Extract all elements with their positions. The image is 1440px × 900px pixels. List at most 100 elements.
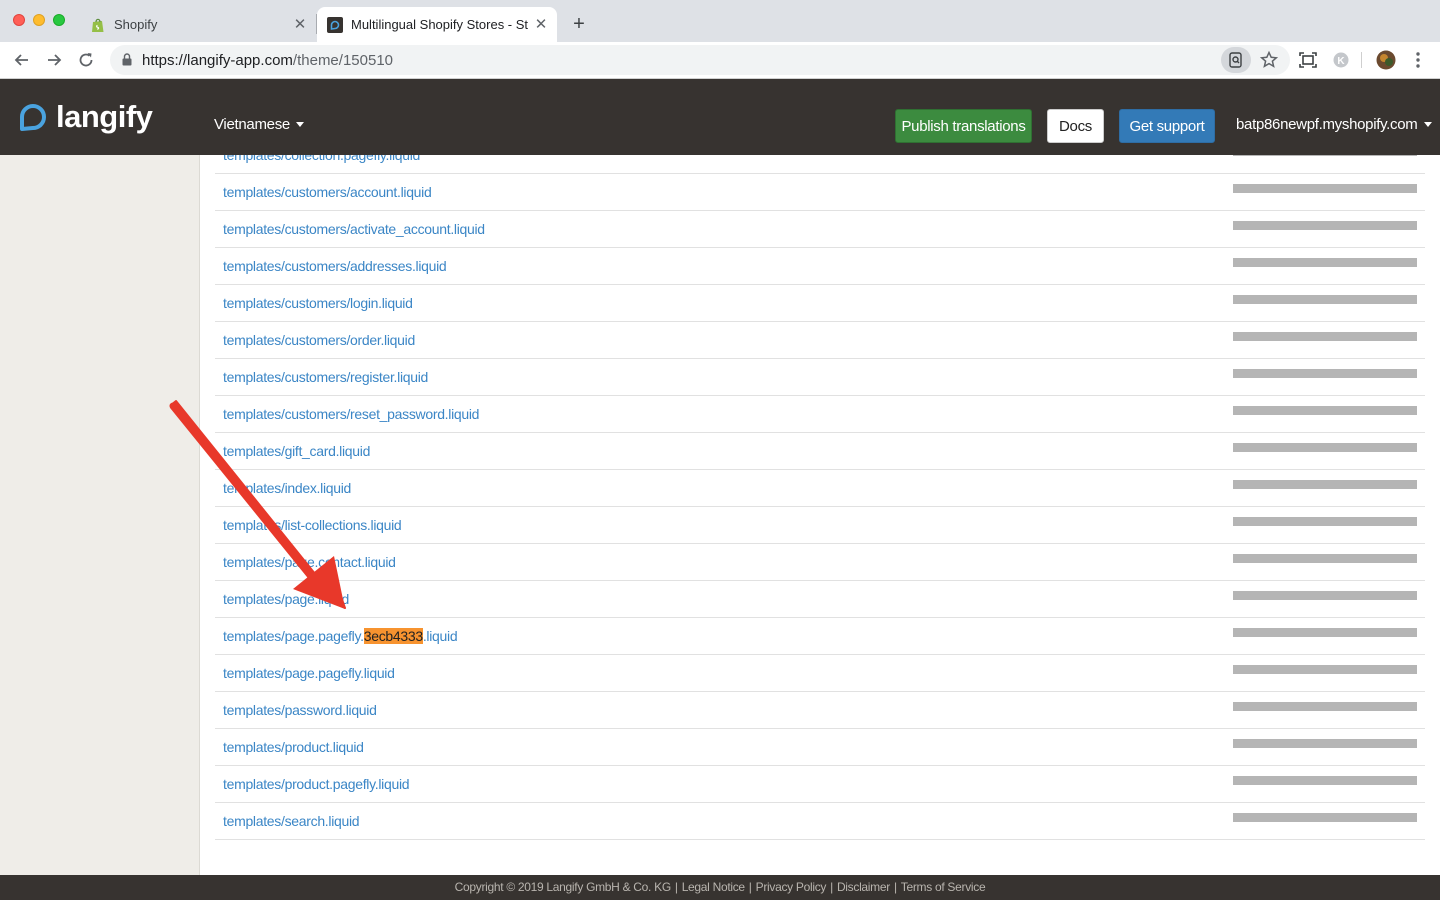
file-link[interactable]: templates/list-collections.liquid <box>223 517 402 533</box>
close-icon[interactable]: ✕ <box>533 16 549 33</box>
reload-icon[interactable] <box>76 50 96 70</box>
privacy-policy-link[interactable]: Privacy Policy <box>756 880 827 894</box>
app-header: langify Vietnamese Publish translations … <box>0 79 1440 155</box>
logo-text: langify <box>56 99 153 134</box>
screenshot-icon[interactable] <box>1298 50 1318 70</box>
shop-dropdown[interactable]: batp86newpf.myshopify.com <box>1236 116 1432 133</box>
file-link[interactable]: templates/page.liquid <box>223 591 349 607</box>
file-name-text: templates/collection.pagefly.liquid <box>223 155 421 163</box>
language-dropdown[interactable]: Vietnamese <box>214 116 304 133</box>
profile-avatar[interactable] <box>1376 50 1396 70</box>
file-name-text: templates/page.pagefly. <box>223 628 364 644</box>
caret-down-icon <box>295 122 304 127</box>
translation-progress-bar <box>1233 295 1417 304</box>
svg-text:K: K <box>1337 56 1345 67</box>
footer-separator: | <box>893 880 897 894</box>
file-link[interactable]: templates/customers/login.liquid <box>223 295 413 311</box>
file-link[interactable]: templates/index.liquid <box>223 480 351 496</box>
file-name-text: templates/page.contact.liquid <box>223 554 396 570</box>
file-row: templates/customers/login.liquid <box>215 285 1425 322</box>
translation-progress-bar <box>1233 739 1417 748</box>
translation-progress-bar <box>1233 813 1417 822</box>
file-name-text: templates/page.pagefly.liquid <box>223 665 395 681</box>
file-link[interactable]: templates/customers/account.liquid <box>223 184 432 200</box>
translation-progress-bar <box>1233 332 1417 341</box>
file-row: templates/gift_card.liquid <box>215 433 1425 470</box>
browser-tab-bar: Shopify ✕ Multilingual Shopify Stores - … <box>0 0 1440 42</box>
footer-separator: | <box>674 880 678 894</box>
disclaimer-link[interactable]: Disclaimer <box>837 880 890 894</box>
close-icon[interactable]: ✕ <box>292 16 308 33</box>
browser-toolbar: https://langify-app.com/theme/150510 K <box>0 42 1440 79</box>
file-link[interactable]: templates/page.contact.liquid <box>223 554 396 570</box>
langify-logo-icon <box>20 104 46 131</box>
legal-notice-link[interactable]: Legal Notice <box>682 880 745 894</box>
file-row: templates/customers/addresses.liquid <box>215 248 1425 285</box>
file-link[interactable]: templates/customers/reset_password.liqui… <box>223 406 479 422</box>
tab-title: Multilingual Shopify Stores - St <box>351 17 529 32</box>
file-name-text: templates/product.pagefly.liquid <box>223 776 410 792</box>
minimize-window-button[interactable] <box>33 14 45 26</box>
translation-progress-bar <box>1233 155 1417 156</box>
docs-button[interactable]: Docs <box>1047 109 1104 143</box>
file-link[interactable]: templates/collection.pagefly.liquid <box>223 155 420 163</box>
extension-k-icon[interactable]: K <box>1331 50 1351 70</box>
file-name-text: templates/customers/addresses.liquid <box>223 258 447 274</box>
file-row: templates/customers/reset_password.liqui… <box>215 396 1425 433</box>
file-row: templates/password.liquid <box>215 692 1425 729</box>
file-name-text: templates/list-collections.liquid <box>223 517 402 533</box>
file-link[interactable]: templates/customers/order.liquid <box>223 332 415 348</box>
file-row: templates/collection.pagefly.liquid <box>215 155 1425 174</box>
publish-translations-button[interactable]: Publish translations <box>895 109 1032 143</box>
file-row: templates/page.pagefly.3ecb4333.liquid <box>215 618 1425 655</box>
close-window-button[interactable] <box>13 14 25 26</box>
file-row: templates/search.liquid <box>215 803 1425 840</box>
translation-progress-bar <box>1233 776 1417 785</box>
file-link[interactable]: templates/page.pagefly.liquid <box>223 665 395 681</box>
search-lens-button[interactable] <box>1221 47 1251 73</box>
maximize-window-button[interactable] <box>53 14 65 26</box>
translation-progress-bar <box>1233 480 1417 489</box>
address-bar[interactable]: https://langify-app.com/theme/150510 <box>110 45 1290 75</box>
new-tab-button[interactable]: + <box>569 14 589 34</box>
caret-down-icon <box>1423 122 1432 127</box>
translation-progress-bar <box>1233 221 1417 230</box>
file-row: templates/page.pagefly.liquid <box>215 655 1425 692</box>
file-row: templates/page.contact.liquid <box>215 544 1425 581</box>
langify-logo[interactable]: langify <box>17 99 153 135</box>
more-menu-icon[interactable] <box>1408 50 1428 70</box>
sidebar <box>0 155 200 875</box>
translation-progress-bar <box>1233 443 1417 452</box>
star-icon[interactable] <box>1259 50 1279 70</box>
get-support-button[interactable]: Get support <box>1119 109 1215 143</box>
file-link[interactable]: templates/search.liquid <box>223 813 360 829</box>
langify-icon <box>327 16 343 33</box>
file-link[interactable]: templates/gift_card.liquid <box>223 443 370 459</box>
language-label: Vietnamese <box>214 116 290 133</box>
file-row: templates/page.liquid <box>215 581 1425 618</box>
terms-of-service-link[interactable]: Terms of Service <box>901 880 986 894</box>
file-link[interactable]: templates/page.pagefly.3ecb4333.liquid <box>223 628 458 644</box>
footer: Copyright © 2019 Langify GmbH & Co. KG | L… <box>0 875 1440 900</box>
translation-progress-bar <box>1233 628 1417 637</box>
file-name-text: templates/index.liquid <box>223 480 352 496</box>
search-icon <box>1229 52 1242 68</box>
tab-title: Shopify <box>114 17 158 32</box>
back-icon[interactable] <box>12 50 32 70</box>
file-link[interactable]: templates/customers/addresses.liquid <box>223 258 447 274</box>
file-link[interactable]: templates/product.pagefly.liquid <box>223 776 410 792</box>
file-link[interactable]: templates/password.liquid <box>223 702 377 718</box>
tab-shopify[interactable]: Shopify ✕ <box>80 7 316 42</box>
shopify-bag-icon <box>92 18 104 32</box>
file-row: templates/product.liquid <box>215 729 1425 766</box>
forward-icon[interactable] <box>44 50 64 70</box>
lock-icon <box>122 53 132 66</box>
file-row: templates/list-collections.liquid <box>215 507 1425 544</box>
file-link[interactable]: templates/product.liquid <box>223 739 364 755</box>
file-link[interactable]: templates/customers/register.liquid <box>223 369 428 385</box>
file-name-text: templates/customers/reset_password.liqui… <box>223 406 480 422</box>
translation-progress-bar <box>1233 702 1417 711</box>
file-link[interactable]: templates/customers/activate_account.liq… <box>223 221 485 237</box>
file-row: templates/customers/register.liquid <box>215 359 1425 396</box>
tab-langify[interactable]: Multilingual Shopify Stores - St ✕ <box>317 7 557 42</box>
